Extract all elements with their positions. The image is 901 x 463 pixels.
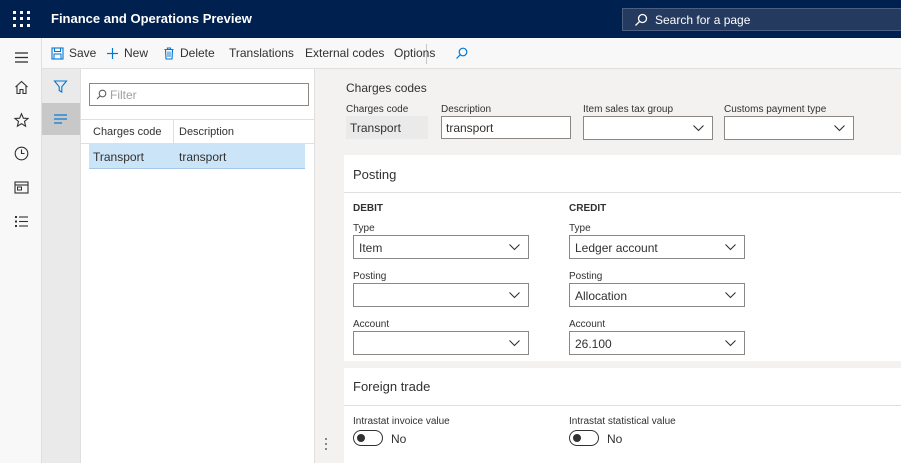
intrastat-invoice-value: No xyxy=(391,432,407,446)
posting-fasttab-title[interactable]: Posting xyxy=(353,167,396,182)
filter-input[interactable] xyxy=(110,86,300,103)
workspaces-icon[interactable] xyxy=(13,179,30,196)
action-pane: Save New Delete Translations External co… xyxy=(42,38,901,69)
page-caption: Charges codes xyxy=(346,81,427,95)
details-pane: Charges codes Charges code Transport Des… xyxy=(339,69,901,463)
search-box[interactable]: Search for a page xyxy=(622,8,901,31)
filter-funnel-icon[interactable] xyxy=(53,79,68,94)
credit-type-dropdown[interactable]: Ledger account xyxy=(569,235,745,259)
fasttab-divider xyxy=(344,405,901,406)
app-launcher-icon[interactable] xyxy=(10,9,32,29)
column-header-charges-code[interactable]: Charges code xyxy=(93,126,162,138)
item-sales-tax-group-label: Item sales tax group xyxy=(583,104,674,115)
toggle-knob xyxy=(357,434,365,442)
credit-type-value: Ledger account xyxy=(575,241,658,255)
customs-payment-type-dropdown[interactable] xyxy=(724,116,854,140)
intrastat-statistical-label: Intrastat statistical value xyxy=(569,416,676,427)
splitter-grip-icon xyxy=(325,438,328,450)
left-navigation xyxy=(0,38,42,463)
table-row[interactable]: Transport transport xyxy=(89,144,305,169)
chevron-down-icon xyxy=(725,340,736,347)
pane-splitter[interactable] xyxy=(315,69,339,463)
item-sales-tax-group-dropdown[interactable] xyxy=(583,116,713,140)
save-button[interactable]: Save xyxy=(51,46,96,60)
app-title: Finance and Operations Preview xyxy=(51,11,252,26)
intrastat-statistical-toggle[interactable] xyxy=(569,430,599,446)
new-button[interactable]: New xyxy=(106,46,148,60)
modules-list-icon[interactable] xyxy=(13,213,30,230)
search-placeholder: Search for a page xyxy=(655,13,751,27)
trash-icon xyxy=(164,46,174,60)
credit-posting-label: Posting xyxy=(569,271,603,282)
foreign-trade-fasttab: Foreign trade Intrastat invoice value No… xyxy=(344,368,901,463)
intrastat-invoice-toggle[interactable] xyxy=(353,430,383,446)
plus-icon xyxy=(107,47,118,59)
column-divider[interactable] xyxy=(173,120,174,144)
debit-type-value: Item xyxy=(359,241,383,255)
intrastat-invoice-label: Intrastat invoice value xyxy=(353,416,450,427)
debit-account-dropdown[interactable] xyxy=(353,331,529,355)
credit-account-value: 26.100 xyxy=(575,337,612,351)
intrastat-statistical-value: No xyxy=(607,432,623,446)
credit-account-dropdown[interactable]: 26.100 xyxy=(569,331,745,355)
fasttab-divider xyxy=(344,192,901,193)
search-icon xyxy=(635,13,648,26)
debit-type-dropdown[interactable]: Item xyxy=(353,235,529,259)
translations-label: Translations xyxy=(229,46,294,60)
chevron-down-icon xyxy=(509,244,520,251)
delete-button[interactable]: Delete xyxy=(163,46,215,60)
delete-label: Delete xyxy=(180,46,215,60)
credit-posting-dropdown[interactable]: Allocation xyxy=(569,283,745,307)
save-icon xyxy=(51,46,64,60)
save-label: Save xyxy=(69,46,97,60)
options-label: Options xyxy=(394,46,436,60)
credit-heading: CREDIT xyxy=(569,203,607,214)
chevron-down-icon xyxy=(834,125,845,132)
credit-account-label: Account xyxy=(569,319,606,330)
filter-search-icon xyxy=(96,89,107,100)
chevron-down-icon xyxy=(509,292,520,299)
row-description: transport xyxy=(179,150,227,164)
favorites-star-icon[interactable] xyxy=(13,112,30,129)
customs-payment-type-label: Customs payment type xyxy=(724,104,827,115)
external-codes-button[interactable]: External codes xyxy=(305,46,384,60)
chevron-down-icon xyxy=(725,244,736,251)
external-codes-label: External codes xyxy=(305,46,385,60)
credit-type-label: Type xyxy=(569,223,591,234)
chevron-down-icon xyxy=(725,292,736,299)
toggle-knob xyxy=(573,434,581,442)
row-charges-code: Transport xyxy=(93,150,144,164)
action-search-icon[interactable] xyxy=(455,47,468,60)
hamburger-icon[interactable] xyxy=(13,49,30,66)
foreign-trade-fasttab-title[interactable]: Foreign trade xyxy=(353,379,430,394)
grid-header: Charges code Description xyxy=(81,119,315,144)
filter-rail xyxy=(42,69,81,463)
home-icon[interactable] xyxy=(13,79,30,96)
new-label: New xyxy=(124,46,149,60)
debit-posting-dropdown[interactable] xyxy=(353,283,529,307)
column-header-description[interactable]: Description xyxy=(179,126,234,138)
list-panel: Charges code Description Transport trans… xyxy=(81,69,315,463)
posting-fasttab: Posting DEBIT CREDIT Type Item Type Ledg… xyxy=(344,155,901,361)
debit-heading: DEBIT xyxy=(353,203,383,214)
charges-code-label: Charges code xyxy=(346,104,409,115)
translations-button[interactable]: Translations xyxy=(229,46,294,60)
filter-box[interactable] xyxy=(89,83,309,106)
debit-posting-label: Posting xyxy=(353,271,387,282)
list-toggle-button[interactable] xyxy=(42,103,80,135)
list-view-icon xyxy=(54,114,67,124)
charges-code-value: Transport xyxy=(346,116,428,139)
options-button[interactable]: Options xyxy=(394,46,435,60)
description-label: Description xyxy=(441,104,492,115)
chevron-down-icon xyxy=(509,340,520,347)
credit-posting-value: Allocation xyxy=(575,289,628,303)
debit-type-label: Type xyxy=(353,223,375,234)
debit-account-label: Account xyxy=(353,319,390,330)
description-field[interactable]: transport xyxy=(441,116,571,139)
recent-clock-icon[interactable] xyxy=(13,145,30,162)
chevron-down-icon xyxy=(693,125,704,132)
top-bar: Finance and Operations Preview Search fo… xyxy=(0,0,901,38)
